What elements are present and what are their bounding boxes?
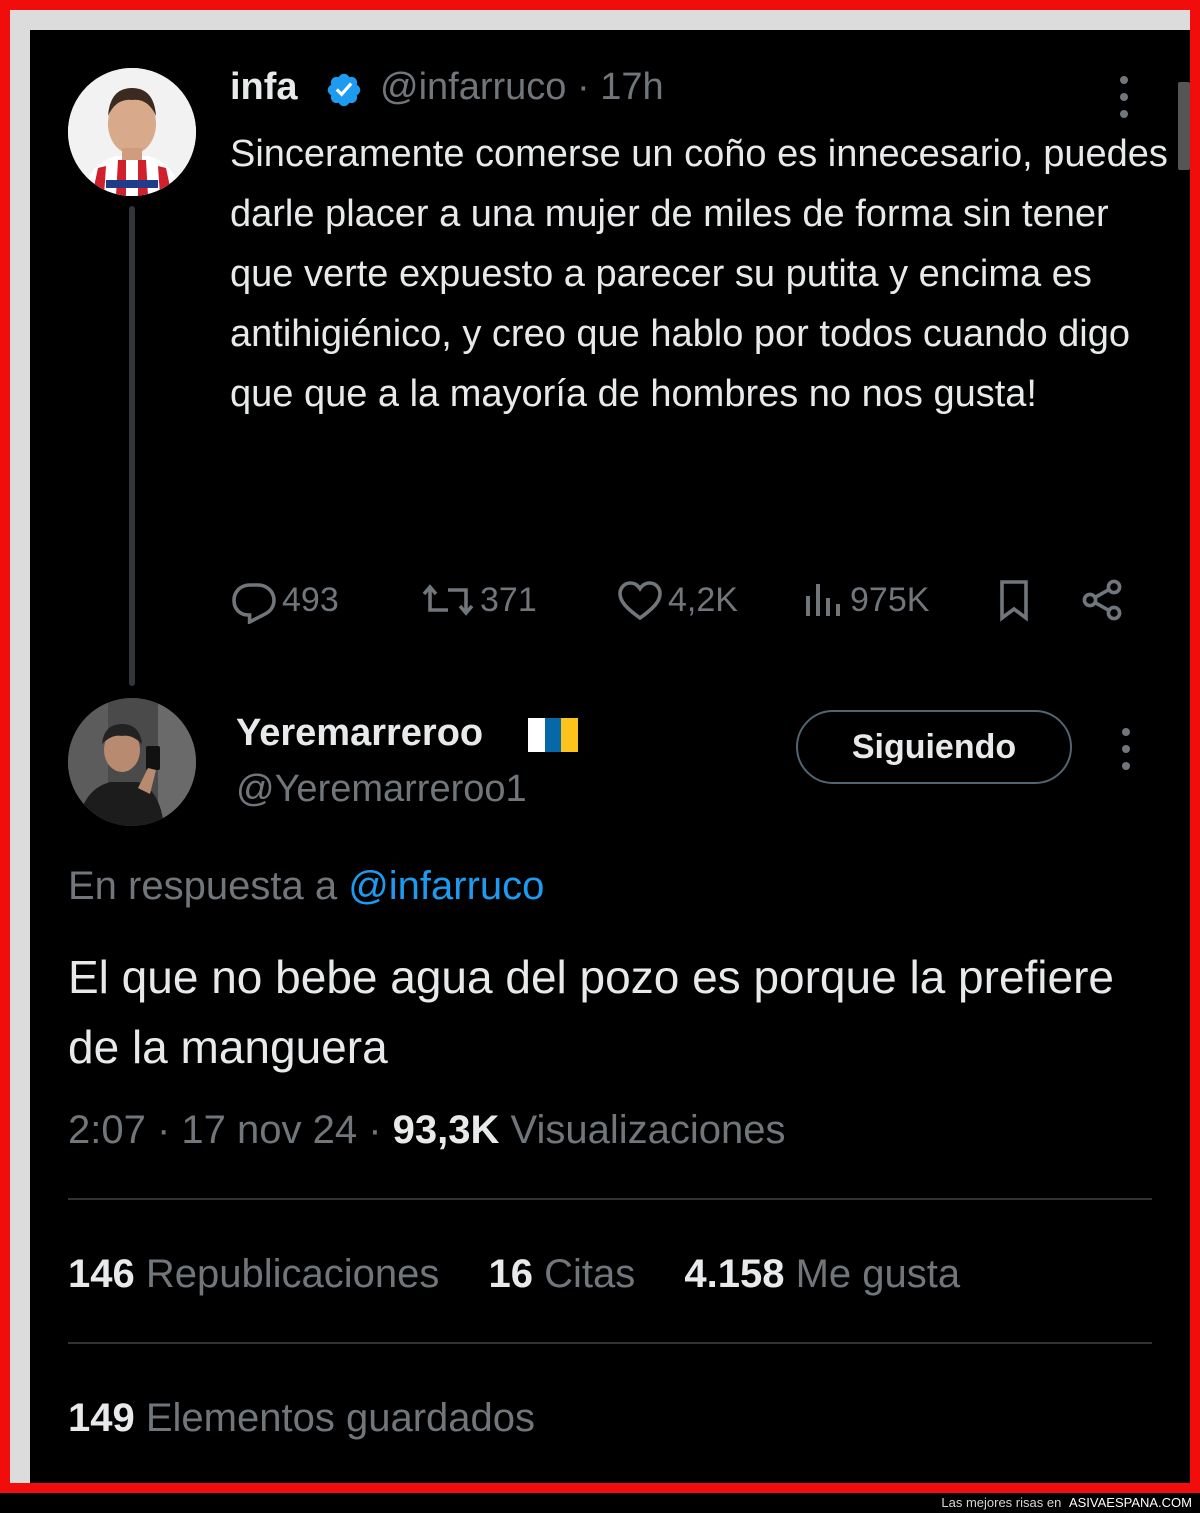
engagement-stats: 146 Republicaciones 16 Citas 4.158 Me gu… bbox=[68, 1252, 998, 1297]
share-button[interactable] bbox=[1078, 576, 1130, 624]
frame-inner-border: infa @infarruco · 17h Sinceramente comer… bbox=[10, 10, 1190, 1483]
divider bbox=[68, 1342, 1152, 1344]
scrollbar[interactable] bbox=[1178, 82, 1190, 170]
reposts-count: 146 bbox=[68, 1252, 135, 1296]
likes-count: 4.158 bbox=[684, 1252, 785, 1296]
like-button[interactable]: 4,2K bbox=[616, 576, 738, 624]
following-button[interactable]: Siguiendo bbox=[796, 710, 1072, 784]
reply-tweet-text: El que no bebe agua del pozo es porque l… bbox=[68, 951, 1115, 1073]
share-icon bbox=[1082, 579, 1122, 621]
tweet-text: Sinceramente comerse un coño es innecesa… bbox=[230, 133, 1168, 415]
display-name-infa[interactable]: infa bbox=[230, 66, 298, 109]
bookmark-icon bbox=[1000, 580, 1028, 622]
display-name-yeremarreroo[interactable]: Yeremarreroo bbox=[236, 712, 483, 755]
quotes-count: 16 bbox=[488, 1252, 534, 1296]
likes-label: Me gusta bbox=[784, 1252, 961, 1296]
reply-context: En respuesta a @infarruco bbox=[68, 864, 544, 909]
views-chart-icon bbox=[806, 584, 840, 616]
canary-islands-flag-icon bbox=[528, 718, 578, 752]
verified-badge-icon bbox=[327, 73, 361, 107]
bookmark-button[interactable] bbox=[990, 576, 1042, 624]
saved-count: 149 bbox=[68, 1396, 135, 1440]
like-count: 4,2K bbox=[668, 580, 738, 619]
bookmarks-stat[interactable]: 149 Elementos guardados bbox=[68, 1396, 535, 1441]
more-options-icon[interactable] bbox=[1112, 74, 1136, 120]
tweet-screenshot: infa @infarruco · 17h Sinceramente comer… bbox=[30, 30, 1190, 1483]
more-options-icon[interactable] bbox=[1114, 726, 1138, 772]
retweet-count: 371 bbox=[480, 580, 537, 619]
heart-icon bbox=[618, 581, 662, 621]
reposts-label: Republicaciones bbox=[134, 1252, 440, 1296]
handle-yeremarreroo[interactable]: @Yeremarreroo1 bbox=[236, 768, 527, 811]
tweet-meta: 2:07 · 17 nov 24 · 93,3K Visualizaciones bbox=[68, 1108, 786, 1153]
views-button[interactable]: 975K bbox=[798, 576, 929, 624]
handle-and-time[interactable]: @infarruco · 17h bbox=[380, 66, 664, 109]
reply-count: 493 bbox=[282, 580, 339, 619]
reply-mention-link[interactable]: @infarruco bbox=[348, 864, 544, 908]
footer-site-link[interactable]: ASIVAESPANA.COM bbox=[1069, 1495, 1196, 1510]
views-count: 975K bbox=[850, 580, 930, 619]
timestamp[interactable]: 2:07 · 17 nov 24 · bbox=[68, 1108, 393, 1152]
tweet-actions-bar: 493 371 4,2K 975K bbox=[230, 576, 1150, 624]
red-frame: infa @infarruco · 17h Sinceramente comer… bbox=[0, 0, 1200, 1493]
likes-stat[interactable]: 4.158 Me gusta bbox=[684, 1252, 960, 1296]
quotes-label: Citas bbox=[533, 1252, 636, 1296]
views-label: Visualizaciones bbox=[499, 1108, 786, 1152]
thread-line bbox=[129, 206, 135, 686]
reposts-stat[interactable]: 146 Republicaciones bbox=[68, 1252, 439, 1296]
retweet-icon bbox=[422, 584, 474, 616]
saved-label: Elementos guardados bbox=[134, 1396, 536, 1440]
quotes-stat[interactable]: 16 Citas bbox=[489, 1252, 636, 1296]
watermark-footer: Las mejores risas en ASIVAESPANA.COM bbox=[0, 1493, 1200, 1513]
footer-prefix: Las mejores risas en bbox=[941, 1495, 1065, 1510]
reply-button[interactable]: 493 bbox=[230, 576, 339, 624]
reply-icon bbox=[232, 583, 276, 624]
avatar-yeremarreroo[interactable] bbox=[68, 698, 196, 826]
views-count: 93,3K bbox=[392, 1108, 500, 1152]
divider bbox=[68, 1198, 1152, 1200]
reply-prefix: En respuesta a bbox=[68, 864, 349, 908]
avatar-infa[interactable] bbox=[68, 68, 196, 196]
retweet-button[interactable]: 371 bbox=[420, 576, 537, 624]
